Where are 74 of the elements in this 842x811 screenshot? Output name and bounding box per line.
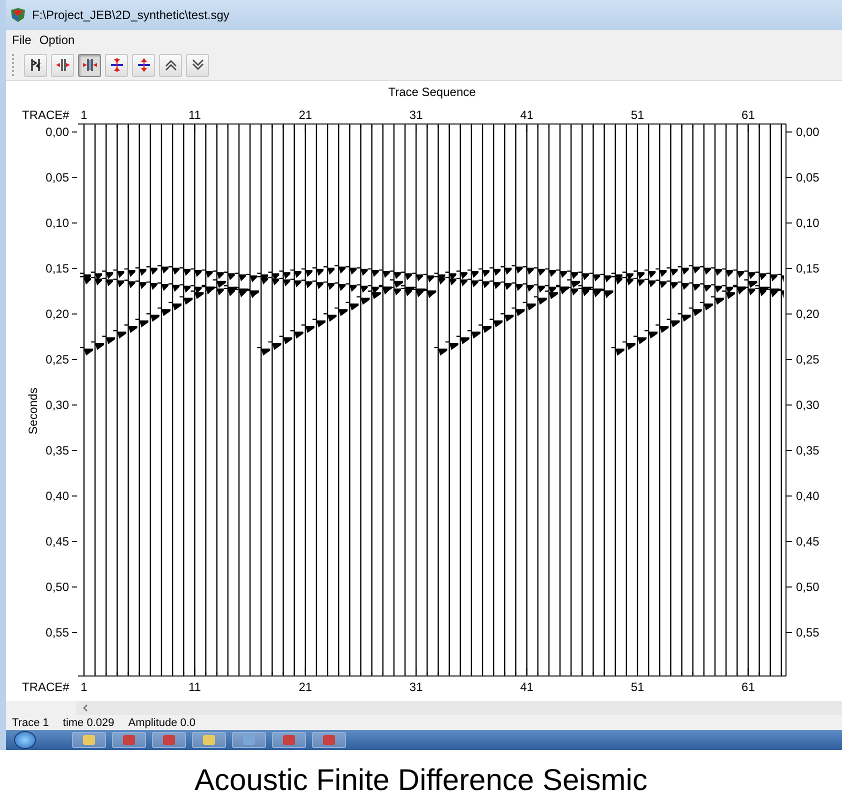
toolbar-button[interactable] <box>186 54 209 76</box>
tick-label: 0,25 <box>46 352 69 366</box>
app-icon <box>322 734 336 746</box>
tick-label: 0,50 <box>46 580 69 594</box>
tick-label: 41 <box>520 108 534 122</box>
tick-label: 0,05 <box>796 170 820 184</box>
tick-label: 0,45 <box>46 534 69 548</box>
tick-label: 0,20 <box>796 307 820 321</box>
horizontal-scrollbar[interactable] <box>76 701 842 715</box>
tick-label: 0,35 <box>46 444 69 458</box>
app-icon <box>162 734 176 746</box>
app-icon <box>202 734 216 746</box>
tick-label: 0,20 <box>46 307 69 321</box>
tick-label: 0,35 <box>796 444 820 458</box>
taskbar-button[interactable] <box>112 732 146 748</box>
tick-label: 0,30 <box>46 398 69 412</box>
toolbar-button[interactable] <box>24 54 47 76</box>
toolbar-button[interactable] <box>51 54 74 76</box>
app-icon <box>122 734 136 746</box>
tick-label: 11 <box>188 108 201 122</box>
tick-label: 31 <box>409 108 423 122</box>
tick-label: 0,00 <box>796 125 820 139</box>
tick-label: 0,25 <box>796 352 820 366</box>
tick-label: 0,40 <box>46 489 69 503</box>
tick-label: 51 <box>630 108 644 122</box>
axis-label: TRACE# <box>22 680 70 694</box>
scroll-left-icon[interactable] <box>82 704 90 712</box>
axis-label: Seconds <box>26 388 40 434</box>
tick-label: 0,15 <box>46 262 69 276</box>
axis-label: TRACE# <box>22 108 70 122</box>
tick-label: 1 <box>80 108 88 122</box>
tick-label: 61 <box>742 108 755 122</box>
tick-label: 11 <box>188 680 201 694</box>
tick-label: 0,55 <box>796 626 820 640</box>
tick-label: 0,00 <box>46 125 69 139</box>
menu-item[interactable]: Option <box>39 33 75 47</box>
tick-label: 0,55 <box>46 626 69 640</box>
taskbar-button[interactable] <box>312 732 346 748</box>
status-text: Trace 1 <box>12 716 49 728</box>
window-title: F:\Project_JEB\2D_synthetic\test.sgy <box>32 8 230 22</box>
toolbar-button[interactable] <box>105 54 128 76</box>
tick-label: 0,10 <box>46 216 69 230</box>
app-icon <box>10 7 26 23</box>
tick-label: 21 <box>298 108 312 122</box>
toolbar-button[interactable] <box>159 54 182 76</box>
taskbar-button[interactable] <box>192 732 226 748</box>
tick-label: 1 <box>80 680 88 694</box>
taskbar-button[interactable] <box>272 732 306 748</box>
tick-label: 0,10 <box>796 216 820 230</box>
tick-label: 61 <box>742 680 755 694</box>
tick-label: 0,15 <box>796 262 820 276</box>
tick-label: 0,50 <box>796 580 820 594</box>
tick-label: 0,40 <box>796 489 820 503</box>
app-icon <box>242 734 256 746</box>
tick-label: 51 <box>630 680 644 694</box>
tick-label: 0,45 <box>796 534 820 548</box>
tick-label: 31 <box>409 680 423 694</box>
tick-label: 41 <box>520 680 534 694</box>
taskbar-button[interactable] <box>152 732 186 748</box>
toolbar-grip <box>12 54 16 76</box>
tick-label: 21 <box>298 680 312 694</box>
slide-caption: Acoustic Finite Difference Seismic <box>194 762 648 798</box>
app-icon <box>282 734 296 746</box>
menu-item[interactable]: File <box>12 33 32 47</box>
status-text: time 0.029 <box>62 716 114 728</box>
tick-label: 0,05 <box>46 170 69 184</box>
toolbar-button[interactable] <box>78 54 101 76</box>
app-icon <box>82 734 96 746</box>
plot-title: Trace Sequence <box>388 85 476 99</box>
start-button[interactable] <box>14 731 36 749</box>
taskbar-button[interactable] <box>72 732 106 748</box>
toolbar-button[interactable] <box>132 54 155 76</box>
status-text: Amplitude 0.0 <box>128 716 196 728</box>
tick-label: 0,30 <box>796 398 820 412</box>
